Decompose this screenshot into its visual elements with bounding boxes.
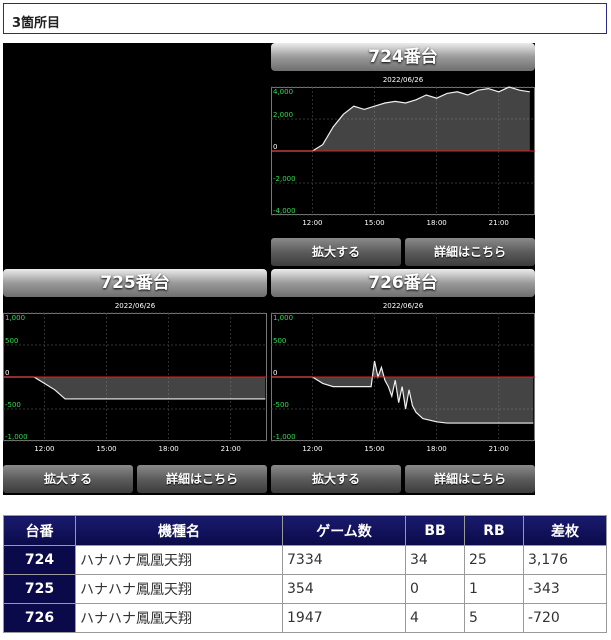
x-tick-label: 21:00 [221, 445, 241, 453]
x-tick-label: 18:00 [427, 219, 447, 227]
cell-difference: -720 [523, 603, 607, 633]
unit-726-title: 726番台 [271, 269, 535, 297]
table-row[interactable]: 725 ハナハナ鳳凰天翔 354 0 1 -343 [3, 574, 607, 604]
x-tick-label: 18:00 [427, 445, 447, 453]
y-tick-label: -500 [5, 401, 21, 409]
unit-725-detail-button[interactable]: 詳細はこちら [137, 465, 267, 493]
header-game-count: ゲーム数 [282, 515, 406, 546]
x-tick-label: 15:00 [96, 445, 116, 453]
y-tick-label: 1,000 [273, 314, 293, 322]
header-difference: 差枚 [523, 515, 607, 546]
x-tick-label: 15:00 [364, 445, 384, 453]
cell-game-count: 354 [282, 574, 406, 604]
graph-panel-area: 724番台 2022/06/26 4,000 2,000 0 -2,000 -4,000 1… [3, 43, 535, 495]
machine-data-table: 台番 機種名 ゲーム数 BB RB 差枚 724 ハナハナ鳳凰天翔 7334 3… [3, 515, 607, 633]
y-tick-label: 0 [273, 369, 277, 377]
unit-724-panel: 724番台 2022/06/26 4,000 2,000 0 -2,000 -4,000 1… [271, 43, 535, 267]
unit-724-detail-button[interactable]: 詳細はこちら [405, 238, 535, 266]
section-title: 3箇所目 [3, 3, 607, 34]
cell-model-name: ハナハナ鳳凰天翔 [75, 545, 283, 575]
y-tick-label: 500 [273, 337, 286, 345]
cell-machine-number[interactable]: 724 [3, 545, 76, 575]
unit-726-panel: 726番台 2022/06/26 1,000 500 0 -500 -1,000 12:00… [271, 269, 535, 495]
cell-difference: 3,176 [523, 545, 607, 575]
unit-725-panel: 725番台 2022/06/26 1,000 500 0 -500 -1,000 12:00… [3, 269, 267, 495]
cell-game-count: 1947 [282, 603, 406, 633]
x-tick-label: 18:00 [159, 445, 179, 453]
unit-726-detail-button[interactable]: 詳細はこちら [405, 465, 535, 493]
y-tick-label: 1,000 [5, 314, 25, 322]
y-tick-label: 2,000 [273, 111, 293, 119]
cell-bb: 4 [405, 603, 465, 633]
x-tick-label: 12:00 [302, 445, 322, 453]
cell-rb: 25 [464, 545, 524, 575]
cell-bb: 34 [405, 545, 465, 575]
y-tick-label: 0 [5, 369, 9, 377]
y-tick-label: -2,000 [273, 175, 296, 183]
x-tick-label: 21:00 [489, 219, 509, 227]
cell-rb: 5 [464, 603, 524, 633]
y-tick-label: -1,000 [5, 433, 28, 441]
unit-724-chart: 2022/06/26 4,000 2,000 0 -2,000 -4,000 12:00 15… [271, 76, 535, 227]
x-tick-label: 21:00 [489, 445, 509, 453]
cell-game-count: 7334 [282, 545, 406, 575]
unit-724-zoom-button[interactable]: 拡大する [271, 238, 401, 266]
header-machine-number: 台番 [3, 515, 76, 546]
y-tick-label: 4,000 [273, 88, 293, 96]
cell-difference: -343 [523, 574, 607, 604]
unit-725-chart: 2022/06/26 1,000 500 0 -500 -1,000 12:00 15:00 1… [3, 302, 267, 453]
x-tick-label: 12:00 [34, 445, 54, 453]
y-tick-label: 500 [5, 337, 18, 345]
unit-725-zoom-button[interactable]: 拡大する [3, 465, 133, 493]
cell-rb: 1 [464, 574, 524, 604]
x-tick-label: 12:00 [302, 219, 322, 227]
cell-model-name: ハナハナ鳳凰天翔 [75, 603, 283, 633]
header-model-name: 機種名 [75, 515, 283, 546]
chart-date-label: 2022/06/26 [383, 302, 424, 310]
y-tick-label: -500 [273, 401, 289, 409]
table-row[interactable]: 724 ハナハナ鳳凰天翔 7334 34 25 3,176 [3, 545, 607, 575]
y-tick-label: 0 [273, 143, 277, 151]
y-tick-label: -1,000 [273, 433, 296, 441]
cell-machine-number[interactable]: 726 [3, 603, 76, 633]
unit-726-zoom-button[interactable]: 拡大する [271, 465, 401, 493]
table-row[interactable]: 726 ハナハナ鳳凰天翔 1947 4 5 -720 [3, 603, 607, 633]
cell-model-name: ハナハナ鳳凰天翔 [75, 574, 283, 604]
y-tick-label: -4,000 [273, 207, 296, 215]
header-rb: RB [464, 515, 524, 546]
table-header-row: 台番 機種名 ゲーム数 BB RB 差枚 [3, 515, 607, 546]
unit-725-title: 725番台 [3, 269, 267, 297]
cell-machine-number[interactable]: 725 [3, 574, 76, 604]
unit-726-chart: 2022/06/26 1,000 500 0 -500 -1,000 12:00 15:00 1… [271, 302, 535, 453]
cell-bb: 0 [405, 574, 465, 604]
chart-date-label: 2022/06/26 [115, 302, 156, 310]
header-bb: BB [405, 515, 465, 546]
unit-724-title: 724番台 [271, 43, 535, 71]
chart-date-label: 2022/06/26 [383, 76, 424, 84]
x-tick-label: 15:00 [364, 219, 384, 227]
